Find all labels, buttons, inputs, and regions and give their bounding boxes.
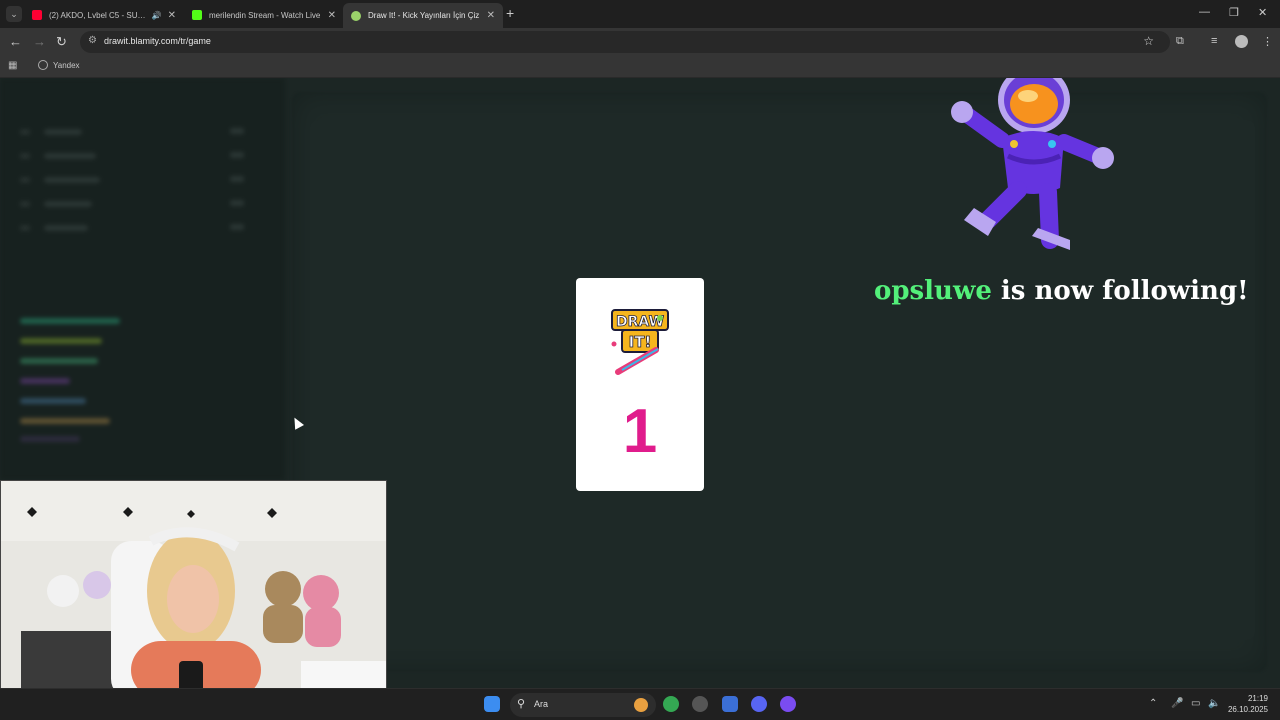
tab-kick[interactable]: merilendin Stream - Watch Live ✕ bbox=[184, 4, 344, 26]
site-info-icon[interactable]: ⚙ bbox=[88, 35, 97, 46]
taskbar: ⚲ Ara ⌃ 🎤 ▭ 🔈 21:19 26.10.2025 bbox=[0, 688, 1280, 720]
youtube-icon bbox=[32, 10, 42, 20]
svg-text:IT!: IT! bbox=[629, 333, 652, 351]
close-tab-icon[interactable]: ✕ bbox=[487, 10, 495, 21]
search-label: Ara bbox=[534, 699, 549, 709]
astronaut-alert-icon bbox=[951, 78, 1114, 250]
clock-time: 21:19 bbox=[1247, 694, 1268, 703]
restore-icon[interactable]: ❐ bbox=[1229, 6, 1239, 19]
tab-search-button[interactable]: ⌄ bbox=[6, 6, 22, 22]
apps-grid-icon[interactable]: ▦ bbox=[8, 60, 17, 71]
clock-date: 26.10.2025 bbox=[1227, 705, 1268, 714]
search-highlight-icon bbox=[634, 698, 648, 712]
browser-toolbar: ← → ↻ ⚙ drawit.blamity.com/tr/game ☆ ⧉ ≡… bbox=[0, 28, 1280, 56]
tab-label: Draw It! - Kick Yayınları İçin Çiz bbox=[368, 11, 480, 20]
discord-icon[interactable] bbox=[751, 696, 767, 712]
system-clock[interactable]: 21:19 26.10.2025 bbox=[1222, 693, 1268, 715]
back-icon[interactable]: ← bbox=[9, 34, 22, 49]
app-icon[interactable] bbox=[692, 696, 708, 712]
windows-start-icon[interactable] bbox=[484, 696, 500, 712]
profile-avatar[interactable] bbox=[1235, 35, 1248, 48]
tab-label: (2) AKDO, Lvbel C5 - SUBM bbox=[49, 10, 148, 20]
forward-icon[interactable]: → bbox=[33, 34, 46, 49]
extensions-icon[interactable]: ⧉ bbox=[1176, 35, 1184, 48]
tray-chevron-icon[interactable]: ⌃ bbox=[1149, 698, 1157, 709]
speaker-icon[interactable]: 🔊 bbox=[152, 11, 162, 20]
svg-text:DRAW: DRAW bbox=[616, 314, 664, 330]
reload-icon[interactable]: ↻ bbox=[56, 34, 67, 50]
network-icon[interactable]: ▭ bbox=[1191, 698, 1200, 709]
tab-youtube[interactable]: (2) AKDO, Lvbel C5 - SUBM 🔊 ✕ bbox=[24, 4, 184, 26]
webcam-image bbox=[1, 481, 386, 697]
bookmark-label: Yandex bbox=[53, 60, 80, 70]
globe-icon bbox=[38, 60, 48, 70]
close-tab-icon[interactable]: ✕ bbox=[168, 10, 176, 21]
taskbar-search[interactable]: ⚲ Ara bbox=[510, 693, 656, 717]
bookmark-star-icon[interactable]: ☆ bbox=[1143, 34, 1154, 48]
follower-username: opsluwe bbox=[874, 276, 992, 306]
countdown-card: DRAW IT! 1 bbox=[576, 278, 704, 491]
webcam-overlay bbox=[0, 480, 387, 698]
new-tab-button[interactable]: + bbox=[506, 5, 514, 21]
bookmarks-bar: ▦ Yandex bbox=[0, 56, 1280, 78]
blurred-sidebar bbox=[0, 78, 285, 480]
media-control-icon[interactable]: ≡ bbox=[1211, 35, 1217, 47]
volume-icon[interactable]: 🔈 bbox=[1208, 698, 1220, 709]
tab-bar: ⌄ (2) AKDO, Lvbel C5 - SUBM 🔊 ✕ merilend… bbox=[0, 0, 1280, 28]
close-tab-icon[interactable]: ✕ bbox=[328, 10, 336, 21]
app-icon-3[interactable] bbox=[780, 696, 796, 712]
address-bar[interactable]: ⚙ drawit.blamity.com/tr/game ☆ bbox=[80, 31, 1170, 53]
drawit-logo: DRAW IT! bbox=[611, 309, 669, 375]
tab-label: merilendin Stream - Watch Live bbox=[209, 10, 321, 20]
microphone-icon[interactable]: 🎤 bbox=[1171, 698, 1183, 709]
menu-icon[interactable]: ⋮ bbox=[1262, 35, 1273, 48]
minimize-icon[interactable]: — bbox=[1199, 6, 1210, 18]
search-icon: ⚲ bbox=[517, 698, 526, 710]
app-icon-2[interactable] bbox=[722, 696, 738, 712]
bookmark-yandex[interactable]: Yandex bbox=[38, 60, 80, 70]
chrome-icon[interactable] bbox=[663, 696, 679, 712]
close-window-icon[interactable]: ✕ bbox=[1258, 6, 1267, 19]
follow-alert-text: opsluwe is now following! bbox=[874, 276, 1249, 306]
follow-message: is now following! bbox=[991, 276, 1249, 306]
kick-icon bbox=[192, 10, 202, 20]
countdown-number: 1 bbox=[622, 397, 658, 466]
tab-drawit[interactable]: Draw It! - Kick Yayınları İçin Çiz ✕ bbox=[343, 3, 503, 28]
url-text: drawit.blamity.com/tr/game bbox=[104, 36, 211, 46]
drawit-icon bbox=[351, 10, 361, 21]
